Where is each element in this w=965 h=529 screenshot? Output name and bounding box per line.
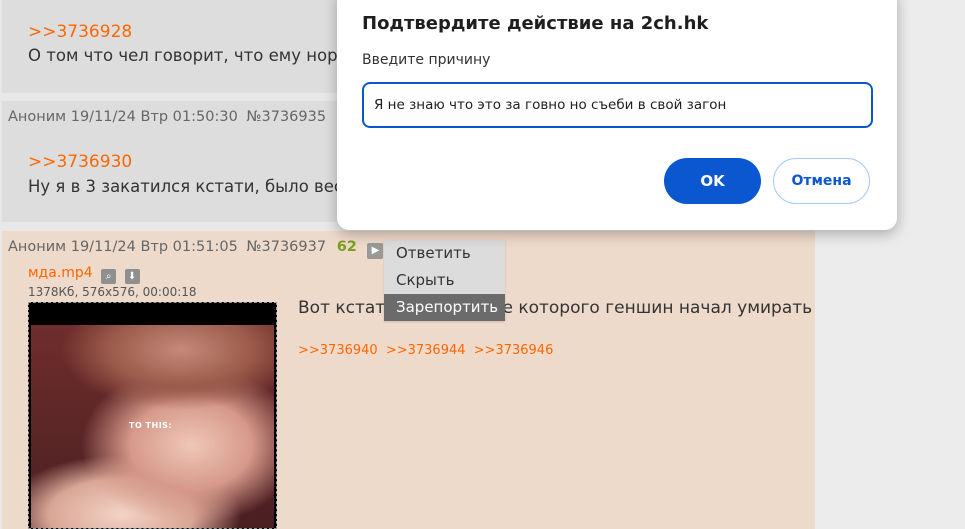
post: Аноним 19/11/24 Втр 01:50:30 №3736935 >>… (2, 101, 344, 222)
post-message: Ну я в 3 закатился кстати, было вес (28, 177, 344, 196)
dialog-title: Подтвердите действие на 2ch.hk (362, 13, 709, 34)
post-context-menu: Ответить Скрыть Зарепортить (384, 240, 505, 321)
post-number[interactable]: №3736935 (246, 109, 326, 125)
post-date: 19/11/24 Втр 01:51:05 (70, 239, 238, 255)
post-date: 19/11/24 Втр 01:50:30 (70, 109, 238, 125)
post-message: О том что чел говорит, что ему нор (28, 46, 338, 65)
thumbnail-caption: TO THIS: (129, 421, 173, 430)
file-meta: 1378Кб, 576x576, 00:00:18 (28, 285, 197, 299)
post-count: 62 (336, 239, 357, 255)
post-message: Вот кстати видео после которого геншин н… (298, 298, 813, 318)
reply-link[interactable]: >>3736946 (474, 343, 554, 358)
post: >>3736928 О том что чел говорит, что ему… (2, 0, 342, 93)
cancel-button[interactable]: Отмена (773, 158, 870, 204)
video-thumbnail[interactable]: TO THIS: (28, 302, 277, 529)
reason-input[interactable] (362, 82, 873, 128)
reply-link[interactable]: >>3736928 (28, 22, 132, 42)
file-name-link[interactable]: мда.mp4 (28, 265, 93, 281)
menu-item-hide[interactable]: Скрыть (384, 267, 505, 294)
prompt-dialog: Подтвердите действие на 2ch.hk Введите п… (337, 0, 897, 230)
ok-button[interactable]: OK (664, 158, 761, 204)
reply-link[interactable]: >>3736944 (386, 343, 466, 358)
menu-item-reply[interactable]: Ответить (384, 240, 505, 267)
file-attachment: мда.mp4 ⌕ ⬇ (28, 265, 140, 284)
post-header: Аноним 19/11/24 Втр 01:50:30 №3736935 (8, 109, 326, 125)
search-icon[interactable]: ⌕ (101, 269, 117, 284)
post-number[interactable]: №3736937 (246, 239, 326, 255)
download-icon[interactable]: ⬇ (124, 269, 140, 284)
post-author: Аноним (8, 109, 67, 125)
reply-link[interactable]: >>3736940 (298, 343, 378, 358)
post-author: Аноним (8, 239, 67, 255)
menu-item-report[interactable]: Зарепортить (384, 294, 505, 321)
reply-link[interactable]: >>3736930 (28, 152, 132, 172)
play-icon[interactable]: ▶ (367, 243, 384, 259)
replies-list: >>3736940 >>3736944 >>3736946 (298, 343, 557, 358)
dialog-label: Введите причину (362, 52, 491, 68)
post-header: Аноним 19/11/24 Втр 01:51:05 №3736937 62… (8, 239, 384, 259)
